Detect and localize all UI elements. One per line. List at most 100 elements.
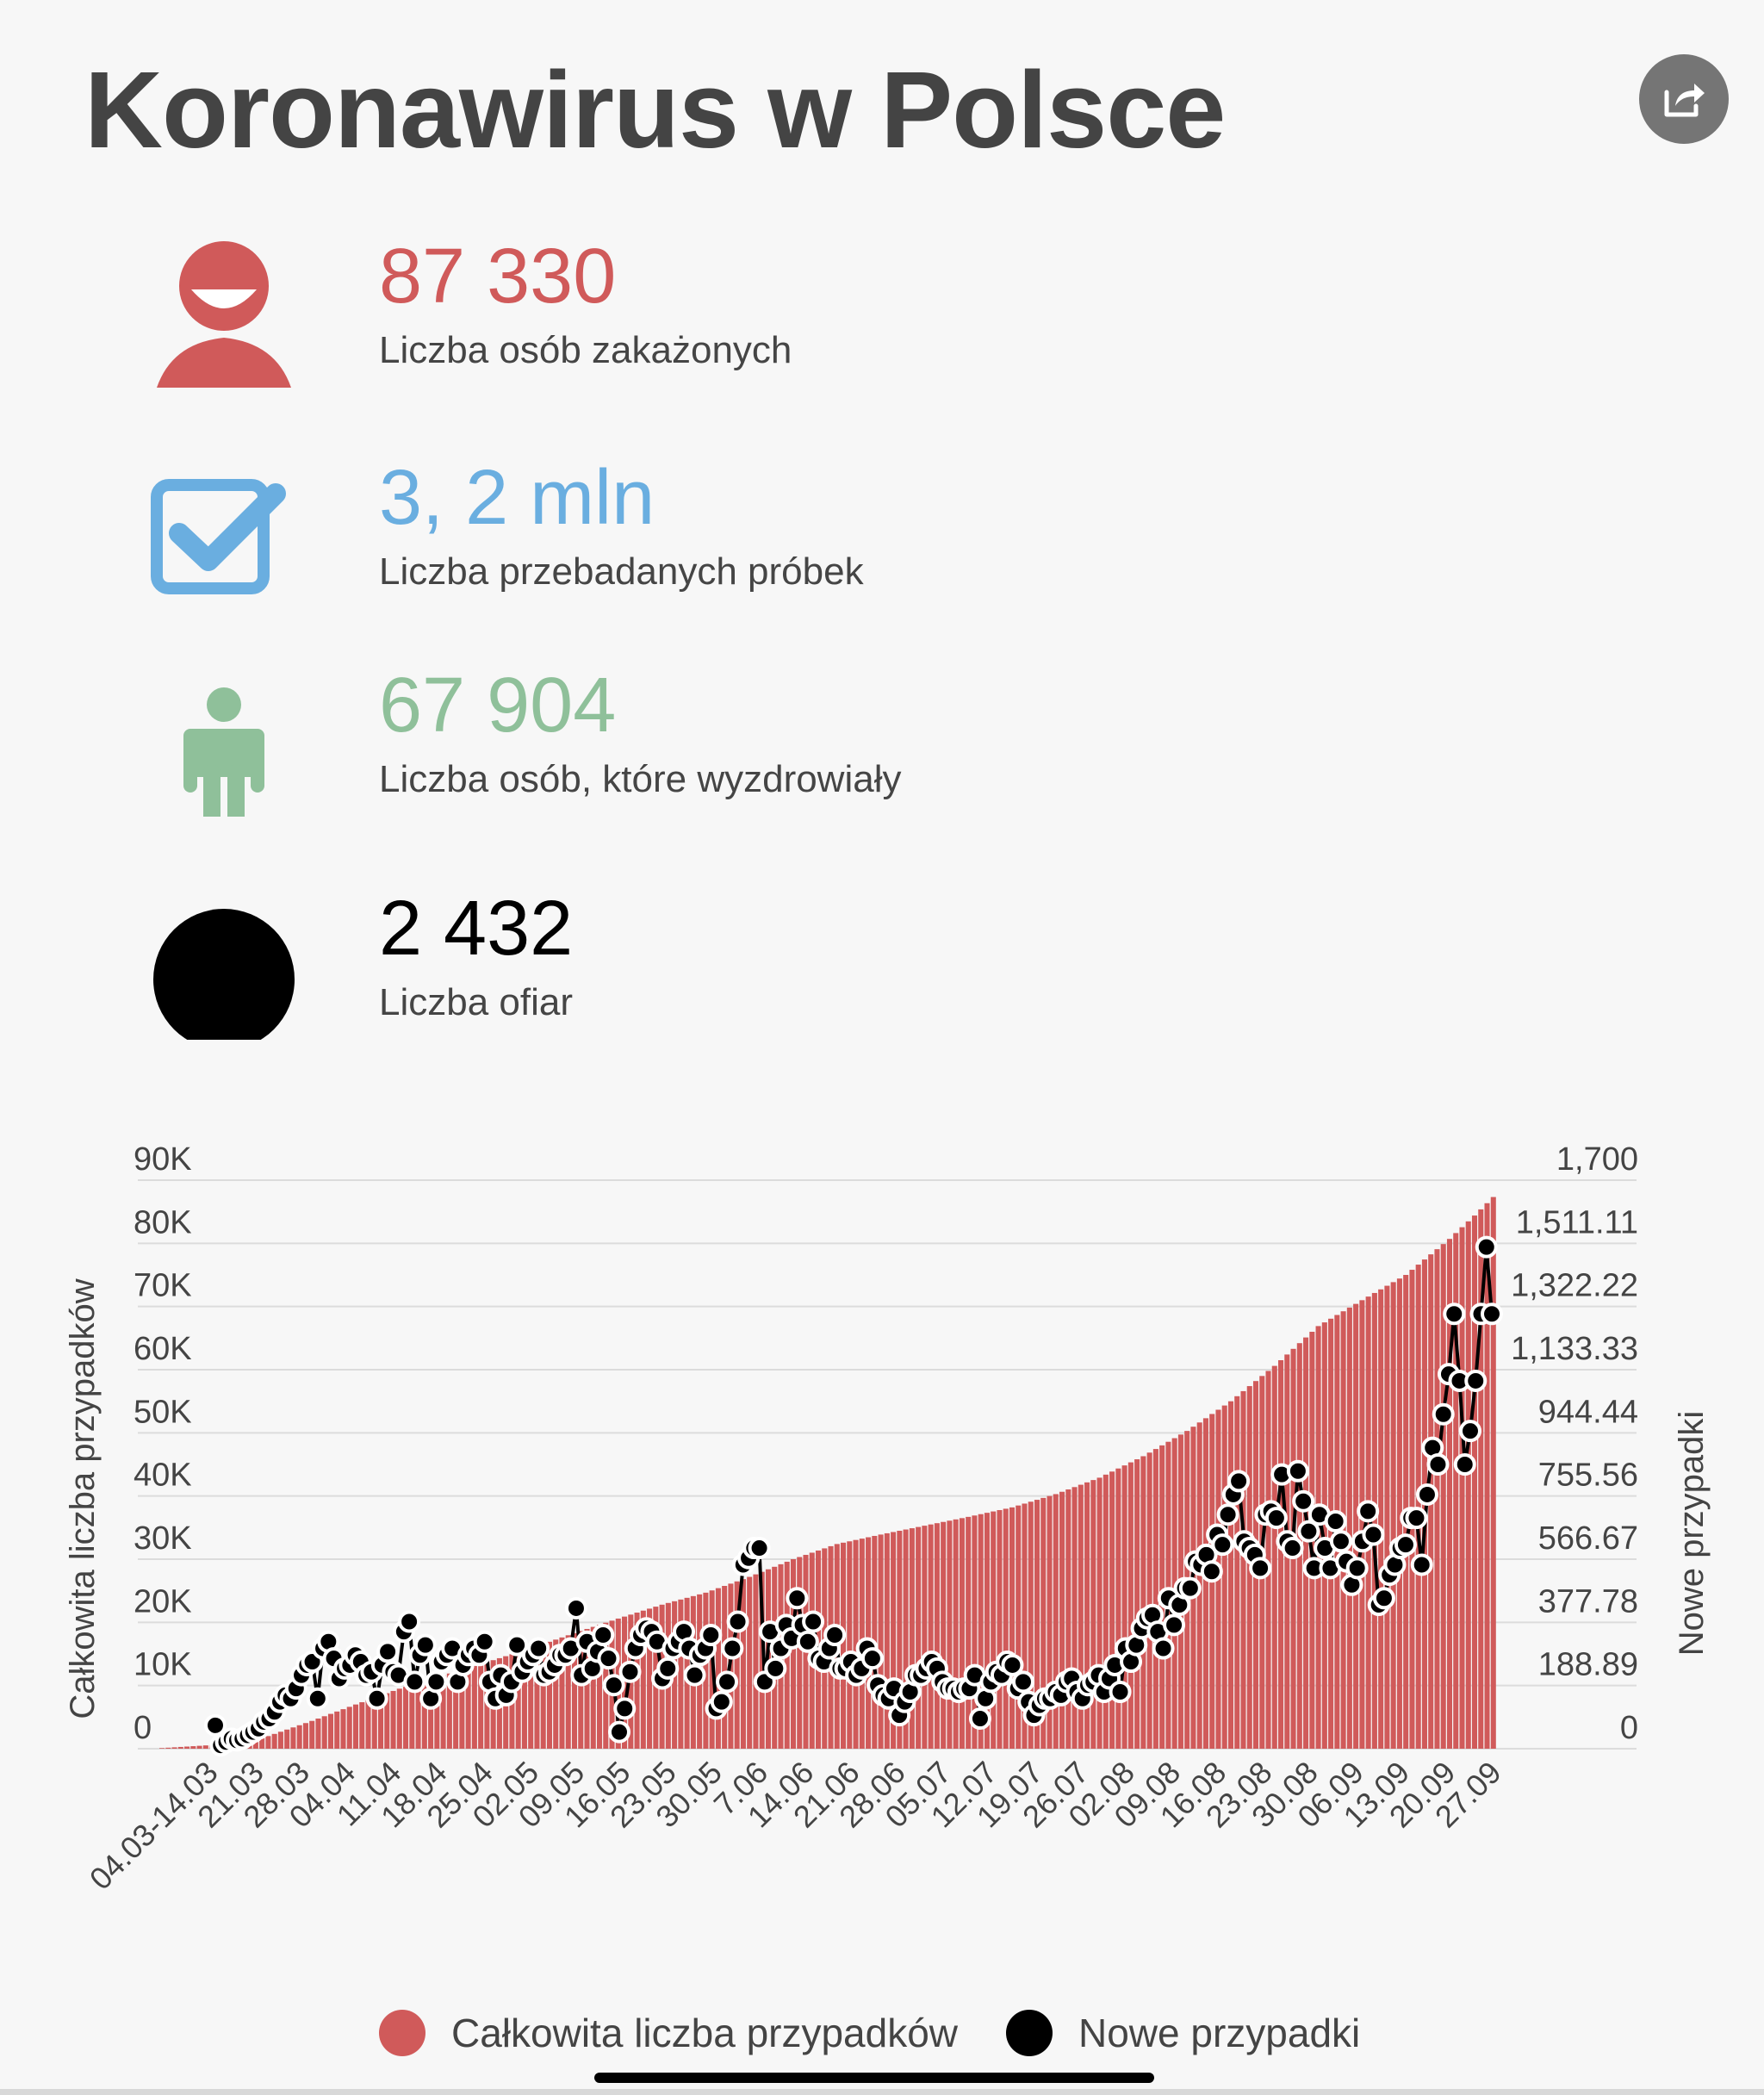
- new-cases-point[interactable]: [1178, 1576, 1202, 1600]
- black-circle-icon: [153, 909, 295, 1040]
- new-cases-point[interactable]: [306, 1687, 329, 1710]
- stat-deaths: 2 432 Liczba ofiar: [0, 885, 1764, 1074]
- new-cases-point[interactable]: [726, 1610, 749, 1633]
- total-cases-bar: [1415, 1265, 1421, 1749]
- new-cases-point[interactable]: [607, 1720, 630, 1744]
- total-cases-bar: [390, 1690, 396, 1749]
- total-cases-bar: [1384, 1285, 1390, 1749]
- new-cases-point[interactable]: [968, 1707, 991, 1731]
- new-cases-point[interactable]: [403, 1670, 426, 1694]
- new-cases-point[interactable]: [1329, 1530, 1352, 1553]
- new-cases-point[interactable]: [1324, 1510, 1347, 1532]
- new-cases-point[interactable]: [1405, 1507, 1428, 1530]
- total-cases-bar: [953, 1519, 959, 1749]
- left-tick-label: 70K: [134, 1268, 192, 1304]
- total-cases-bar: [1065, 1489, 1071, 1749]
- bottom-divider: [0, 2089, 1764, 2095]
- share-button[interactable]: [1639, 54, 1729, 144]
- new-cases-point[interactable]: [613, 1697, 637, 1720]
- new-cases-point[interactable]: [860, 1647, 884, 1670]
- new-cases-point[interactable]: [1249, 1557, 1272, 1580]
- new-cases-point[interactable]: [721, 1637, 744, 1660]
- new-cases-point[interactable]: [376, 1640, 400, 1663]
- new-cases-point[interactable]: [564, 1596, 587, 1619]
- new-cases-point[interactable]: [592, 1624, 615, 1646]
- new-cases-point[interactable]: [1163, 1613, 1186, 1637]
- new-cases-point[interactable]: [699, 1624, 723, 1646]
- new-cases-point[interactable]: [1281, 1537, 1304, 1560]
- new-cases-point[interactable]: [602, 1674, 625, 1697]
- total-cases-bar: [1346, 1307, 1352, 1749]
- new-cases-point[interactable]: [1453, 1453, 1476, 1476]
- total-cases-bar: [722, 1586, 728, 1749]
- new-cases-point[interactable]: [1227, 1470, 1251, 1493]
- new-cases-point[interactable]: [748, 1537, 771, 1560]
- new-cases-point[interactable]: [413, 1633, 437, 1657]
- right-tick-label: 755.56: [1538, 1458, 1638, 1494]
- new-cases-point[interactable]: [1362, 1523, 1385, 1546]
- legend-item-new[interactable]: Nowe przypadki: [1006, 2007, 1360, 2059]
- new-cases-point[interactable]: [527, 1637, 550, 1660]
- total-cases-bar: [959, 1518, 965, 1749]
- new-cases-point[interactable]: [1216, 1503, 1239, 1526]
- new-cases-point[interactable]: [786, 1587, 809, 1610]
- right-tick-label: 0: [1620, 1710, 1638, 1746]
- new-cases-point[interactable]: [597, 1647, 620, 1670]
- new-cases-point[interactable]: [1432, 1402, 1455, 1426]
- total-cases-bar: [340, 1709, 346, 1749]
- new-cases-point[interactable]: [1211, 1533, 1234, 1557]
- new-cases-point[interactable]: [716, 1670, 739, 1694]
- new-cases-point[interactable]: [1372, 1587, 1395, 1610]
- right-tick-label: 1,322.22: [1511, 1268, 1638, 1304]
- new-cases-point[interactable]: [1357, 1500, 1380, 1523]
- left-axis-ticks: 0 10K 20K 30K 40K 50K 60K 70K 80K 90K: [134, 1141, 192, 1746]
- new-cases-point[interactable]: [425, 1670, 448, 1694]
- total-cases-bar: [1115, 1468, 1121, 1749]
- new-cases-point[interactable]: [1443, 1302, 1466, 1326]
- legend-item-total[interactable]: Całkowita liczba przypadków: [379, 2007, 958, 2059]
- new-cases-point[interactable]: [823, 1624, 847, 1646]
- new-cases-point[interactable]: [710, 1690, 733, 1713]
- new-cases-point[interactable]: [1345, 1557, 1369, 1580]
- stat-value: 87 330: [379, 233, 617, 320]
- new-cases-point[interactable]: [1475, 1235, 1498, 1259]
- home-indicator: [594, 2073, 1154, 2083]
- new-cases-point[interactable]: [1458, 1420, 1481, 1443]
- left-tick-label: 80K: [134, 1204, 192, 1240]
- total-cases-bar: [396, 1688, 402, 1749]
- total-cases-bar: [265, 1736, 271, 1749]
- total-cases-bar: [327, 1713, 333, 1749]
- new-cases-point[interactable]: [1200, 1560, 1223, 1583]
- new-cases-point[interactable]: [1481, 1302, 1503, 1326]
- total-cases-bar: [284, 1729, 290, 1749]
- new-cases-point[interactable]: [398, 1610, 421, 1633]
- total-cases-bar: [1127, 1462, 1134, 1749]
- stat-value: 2 432: [379, 886, 574, 972]
- new-cases-point[interactable]: [1152, 1637, 1175, 1660]
- new-cases-point[interactable]: [473, 1630, 496, 1653]
- new-cases-point[interactable]: [1286, 1459, 1309, 1483]
- total-cases-bar: [1240, 1390, 1246, 1749]
- new-cases-point[interactable]: [1264, 1507, 1288, 1530]
- new-cases-point[interactable]: [802, 1610, 825, 1633]
- new-cases-point[interactable]: [1292, 1489, 1315, 1513]
- new-cases-point[interactable]: [1410, 1553, 1433, 1576]
- new-cases-point[interactable]: [1109, 1681, 1132, 1703]
- total-cases-bar: [922, 1526, 928, 1749]
- total-cases-bar: [1465, 1221, 1471, 1749]
- new-cases-point[interactable]: [764, 1657, 787, 1680]
- total-cases-bar: [1490, 1197, 1496, 1749]
- total-cases-bar: [471, 1665, 477, 1749]
- total-cases-bar: [847, 1541, 853, 1749]
- new-cases-point[interactable]: [1394, 1533, 1417, 1557]
- new-cases-point[interactable]: [656, 1657, 680, 1680]
- total-cases-bar: [1009, 1507, 1016, 1749]
- new-cases-point[interactable]: [1415, 1483, 1438, 1506]
- new-cases-point[interactable]: [1426, 1453, 1450, 1476]
- new-cases-point[interactable]: [683, 1663, 706, 1687]
- new-cases-point[interactable]: [1011, 1670, 1034, 1694]
- new-cases-point[interactable]: [618, 1660, 642, 1683]
- new-cases-point[interactable]: [365, 1687, 388, 1710]
- right-axis-ticks: 0 188.89 377.78 566.67 755.56 944.44 1,133.33 1…: [1511, 1141, 1638, 1746]
- new-cases-point[interactable]: [1464, 1369, 1488, 1392]
